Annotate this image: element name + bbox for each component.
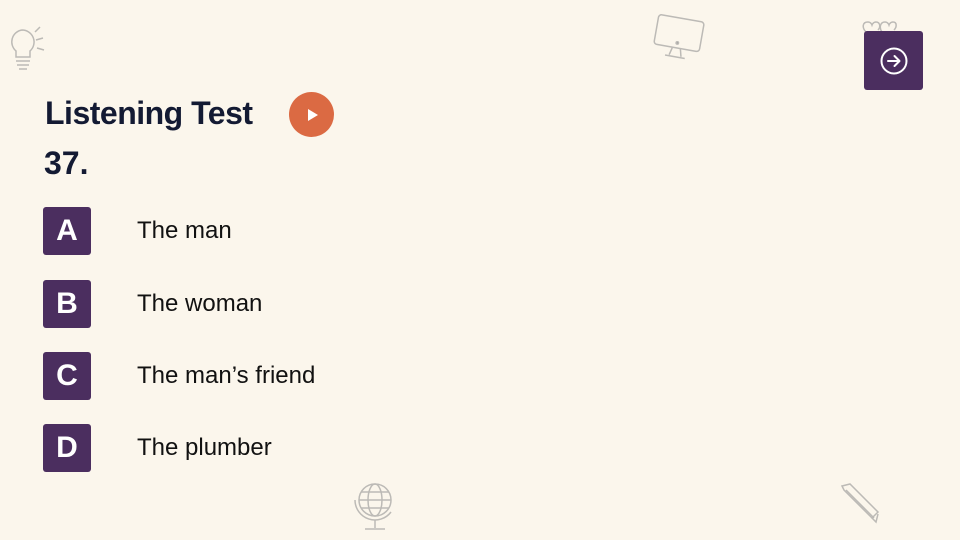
option-text: The man’s friend: [137, 362, 316, 389]
next-button[interactable]: [864, 31, 923, 90]
option-text: The woman: [137, 290, 263, 317]
option-a[interactable]: A The man: [43, 207, 232, 255]
option-d[interactable]: D The plumber: [43, 424, 272, 472]
play-audio-button[interactable]: [289, 92, 334, 137]
globe-icon: [350, 476, 400, 536]
option-letter: A: [43, 207, 91, 255]
option-text: The plumber: [137, 434, 272, 461]
option-c[interactable]: C The man’s friend: [43, 352, 315, 400]
option-b[interactable]: B The woman: [43, 280, 262, 328]
option-letter: C: [43, 352, 91, 400]
monitor-icon: [650, 14, 706, 64]
page-title: Listening Test: [45, 95, 253, 131]
arrow-right-circle-icon: [880, 47, 907, 74]
option-letter: D: [43, 424, 91, 472]
option-text: The man: [137, 217, 232, 244]
option-letter: B: [43, 280, 91, 328]
question-number: 37.: [44, 145, 89, 181]
pencil-icon: [836, 480, 882, 526]
lightbulb-icon: [0, 24, 48, 76]
play-icon: [307, 108, 318, 121]
